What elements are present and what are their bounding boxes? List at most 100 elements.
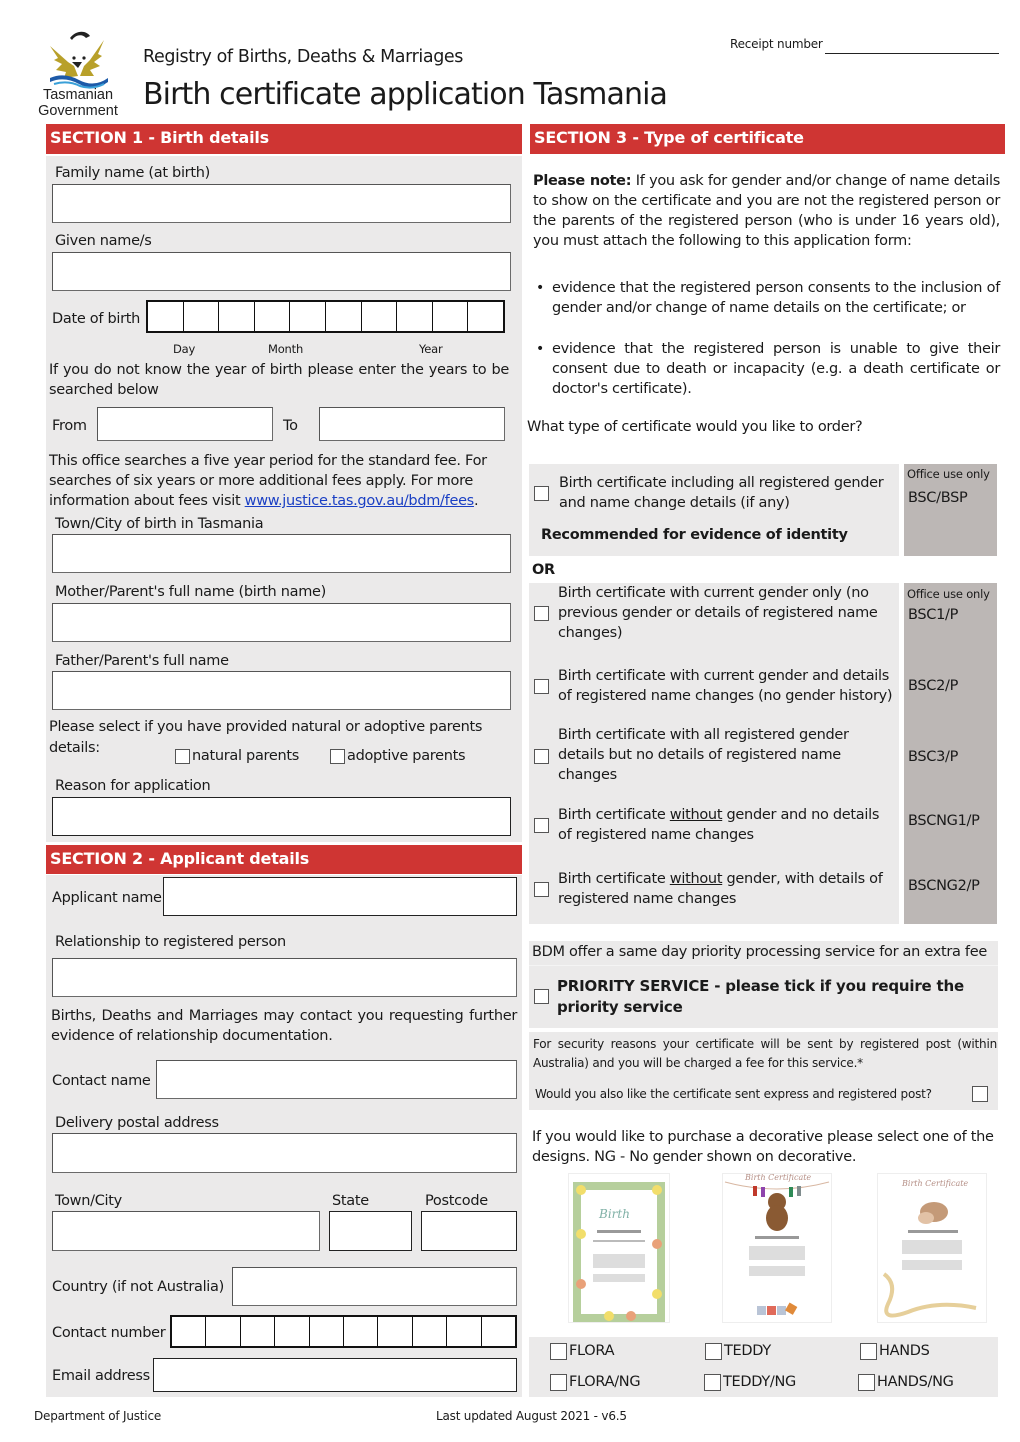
contact-number-label: Contact number <box>52 1325 166 1341</box>
section2-header: SECTION 2 - Applicant details <box>46 845 522 874</box>
svg-text:Birth: Birth <box>598 1207 630 1221</box>
priority-divider <box>529 965 998 966</box>
option-bscng2-checkbox[interactable] <box>534 882 549 897</box>
date-of-birth-input[interactable] <box>146 300 505 333</box>
option-bsc-bsp-text: Birth certificate including all register… <box>559 475 884 511</box>
teddy-certificate-icon: Birth Certificate <box>724 1173 830 1315</box>
hands-certificate-icon: Birth Certificate <box>882 1179 977 1318</box>
phone-cell[interactable] <box>206 1317 241 1346</box>
relationship-input[interactable] <box>52 958 517 997</box>
teddy-checkbox[interactable] <box>705 1342 722 1360</box>
dob-cell[interactable] <box>255 302 291 331</box>
dob-cell[interactable] <box>362 302 398 331</box>
option-bsc2-checkbox[interactable] <box>534 679 549 694</box>
option-bsc-bsp-checkbox[interactable] <box>534 486 549 501</box>
dob-cell[interactable] <box>433 302 469 331</box>
hands-checkbox[interactable] <box>860 1342 877 1360</box>
adoptive-parents-checkbox[interactable] <box>330 748 345 764</box>
state-label: State <box>332 1193 369 1209</box>
family-name-label: Family name (at birth) <box>55 165 210 181</box>
bullet-icon: • <box>536 280 545 296</box>
dob-cell[interactable] <box>290 302 326 331</box>
dob-cell[interactable] <box>184 302 220 331</box>
evidence-bullet-list: • evidence that the registered person co… <box>536 278 1000 399</box>
mother-name-label: Mother/Parent's full name (birth name) <box>55 584 326 600</box>
registry-name: Registry of Births, Deaths & Marriages <box>143 47 463 67</box>
email-input[interactable] <box>153 1358 517 1392</box>
postcode-label: Postcode <box>425 1193 488 1209</box>
phone-cell[interactable] <box>241 1317 276 1346</box>
decorative-option-hands[interactable]: HANDS <box>860 1341 930 1361</box>
phone-cell[interactable] <box>310 1317 345 1346</box>
receipt-number-field[interactable] <box>825 53 999 54</box>
decorative-option-teddy[interactable]: TEDDY <box>705 1341 771 1361</box>
dob-cell[interactable] <box>326 302 362 331</box>
state-input[interactable] <box>329 1211 412 1251</box>
contact-number-input[interactable] <box>170 1315 517 1348</box>
search-to-input[interactable] <box>319 407 505 441</box>
dob-cell[interactable] <box>468 302 503 331</box>
decorative-option-teddy-ng[interactable]: TEDDY/NG <box>704 1372 796 1392</box>
phone-cell[interactable] <box>378 1317 413 1346</box>
town-of-birth-input[interactable] <box>52 534 511 573</box>
relationship-label: Relationship to registered person <box>55 934 286 950</box>
option-bsc1-checkbox[interactable] <box>534 606 549 621</box>
option-bsc2-text: Birth certificate with current gender an… <box>558 668 893 704</box>
recommended-text: Recommended for evidence of identity <box>541 527 848 543</box>
father-name-label: Father/Parent's full name <box>55 653 229 669</box>
phone-cell[interactable] <box>413 1317 448 1346</box>
code-bscng1: BSCNG1/P <box>908 813 980 829</box>
fee-info-text: This office searches a five year period … <box>49 453 487 509</box>
phone-cell[interactable] <box>172 1317 207 1346</box>
phone-cell[interactable] <box>275 1317 310 1346</box>
fees-link[interactable]: www.justice.tas.gov.au/bdm/fees <box>245 493 475 509</box>
express-question: Would you also like the certificate sent… <box>535 1087 932 1101</box>
mother-name-input[interactable] <box>52 603 511 642</box>
option-bsc3-checkbox[interactable] <box>534 749 549 764</box>
dob-day-caption: Day <box>173 342 196 356</box>
hands-label: HANDS <box>879 1343 930 1359</box>
parents-select-text-line2: details: <box>49 740 100 756</box>
teddy-label: TEDDY <box>724 1343 771 1359</box>
decorative-option-hands-ng[interactable]: HANDS/NG <box>858 1372 954 1392</box>
hands-certificate-image: Birth Certificate <box>877 1173 987 1323</box>
logo-text-tasmanian: Tasmanian <box>42 87 114 103</box>
bullet-icon: • <box>536 341 545 357</box>
delivery-address-label: Delivery postal address <box>55 1115 219 1131</box>
phone-cell[interactable] <box>447 1317 482 1346</box>
reason-input[interactable] <box>52 797 511 836</box>
delivery-address-input[interactable] <box>52 1133 517 1173</box>
dob-cell[interactable] <box>148 302 184 331</box>
adoptive-parents-option[interactable]: adoptive parents <box>330 746 466 766</box>
flora-ng-checkbox[interactable] <box>550 1373 567 1391</box>
hands-ng-checkbox[interactable] <box>858 1373 875 1391</box>
decorative-option-flora[interactable]: FLORA <box>550 1341 615 1361</box>
option-bscng1-text: Birth certificate without gender and no … <box>558 807 880 843</box>
priority-service-checkbox[interactable] <box>534 989 549 1004</box>
phone-cell[interactable] <box>344 1317 379 1346</box>
applicant-name-input[interactable] <box>163 877 517 916</box>
natural-parents-option[interactable]: natural parents <box>175 746 299 766</box>
unknown-year-text: If you do not know the year of birth ple… <box>49 362 509 398</box>
phone-cell[interactable] <box>482 1317 515 1346</box>
country-input[interactable] <box>232 1267 517 1306</box>
dob-cell[interactable] <box>219 302 255 331</box>
dob-cell[interactable] <box>397 302 433 331</box>
teddy-ng-checkbox[interactable] <box>704 1373 721 1391</box>
search-from-input[interactable] <box>97 407 273 441</box>
from-label: From <box>52 418 87 434</box>
or-label: OR <box>532 562 555 578</box>
express-post-checkbox[interactable] <box>972 1086 988 1102</box>
family-name-input[interactable] <box>52 184 511 223</box>
father-name-input[interactable] <box>52 671 511 710</box>
town-city-input[interactable] <box>52 1211 320 1251</box>
given-names-input[interactable] <box>52 252 511 291</box>
option-bscng1-checkbox[interactable] <box>534 818 549 833</box>
natural-parents-checkbox[interactable] <box>175 748 190 764</box>
postcode-input[interactable] <box>421 1211 517 1251</box>
decorative-option-flora-ng[interactable]: FLORA/NG <box>550 1372 641 1392</box>
contact-name-input[interactable] <box>156 1060 517 1099</box>
flora-checkbox[interactable] <box>550 1342 567 1360</box>
dob-month-caption: Month <box>268 342 304 356</box>
contact-note: Births, Deaths and Marriages may contact… <box>51 1008 517 1044</box>
